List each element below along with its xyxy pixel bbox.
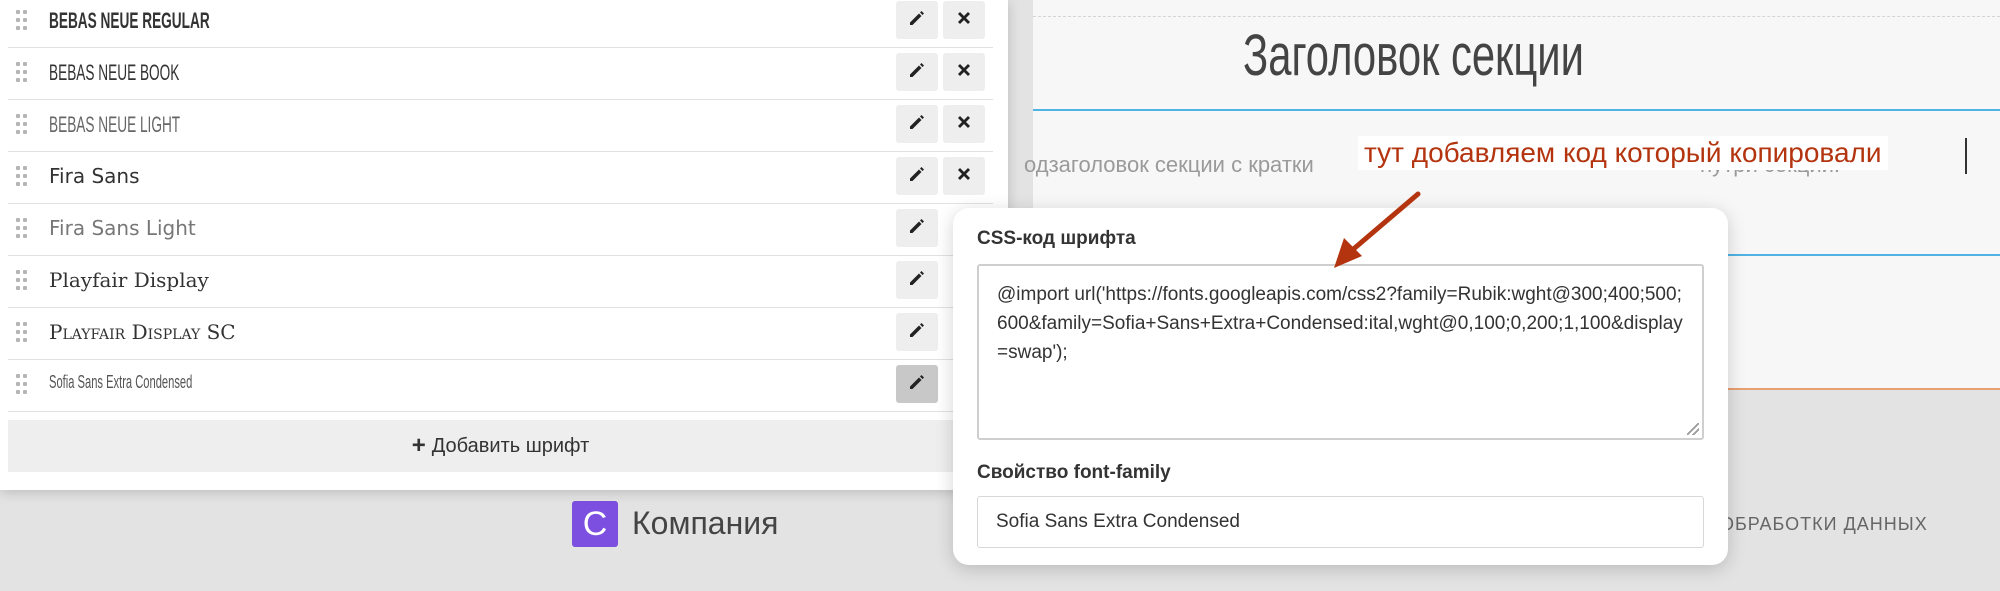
font-list-item[interactable]: Playfair Display	[8, 256, 993, 308]
css-code-label: CSS-код шрифта	[977, 228, 1136, 249]
drag-handle-icon[interactable]	[16, 62, 30, 86]
font-family-label: Свойство font-family	[977, 462, 1171, 483]
edit-font-button[interactable]	[896, 157, 938, 195]
drag-handle-icon[interactable]	[16, 270, 30, 294]
section-title: Заголовок секции	[1243, 23, 1584, 88]
font-list-item[interactable]: BEBAS NEUE REGULAR	[8, 0, 993, 48]
pencil-icon	[907, 320, 927, 345]
close-icon	[954, 164, 974, 189]
drag-handle-icon[interactable]	[16, 218, 30, 242]
drag-handle-icon[interactable]	[16, 10, 30, 34]
font-name: BEBAS NEUE BOOK	[49, 60, 180, 85]
pencil-icon	[907, 372, 927, 397]
delete-font-button[interactable]	[943, 1, 985, 39]
font-list-item[interactable]: Sofia Sans Extra Condensed	[8, 360, 993, 412]
drag-handle-icon[interactable]	[16, 166, 30, 190]
edit-font-button[interactable]	[896, 53, 938, 91]
section-divider	[1033, 16, 2000, 17]
pencil-icon	[907, 216, 927, 241]
drag-handle-icon[interactable]	[16, 322, 30, 346]
font-name: BEBAS NEUE LIGHT	[49, 112, 181, 137]
font-list-panel: BEBAS NEUE REGULAR BEBAS NEUE BOOK BEBAS N…	[0, 0, 1008, 490]
font-name: Playfair Display SC	[49, 320, 236, 344]
delete-font-button[interactable]	[943, 157, 985, 195]
add-font-label: Добавить шрифт	[431, 434, 590, 457]
css-code-value: @import url('https://fonts.googleapis.co…	[997, 284, 1683, 363]
font-name: BEBAS NEUE REGULAR	[49, 8, 210, 33]
annotation-note: тут добавляем код который копировали	[1358, 136, 1888, 170]
edit-font-button[interactable]	[896, 209, 938, 247]
drag-handle-icon[interactable]	[16, 114, 30, 138]
delete-font-button[interactable]	[943, 105, 985, 143]
resize-handle[interactable]	[1687, 423, 1699, 435]
edit-font-button[interactable]	[896, 313, 938, 351]
edit-font-button[interactable]	[896, 1, 938, 39]
add-font-button[interactable]: + Добавить шрифт	[8, 420, 993, 472]
plus-icon: +	[411, 432, 426, 459]
pencil-icon	[907, 60, 927, 85]
edit-font-button[interactable]	[896, 105, 938, 143]
pencil-icon	[907, 268, 927, 293]
drag-handle-icon[interactable]	[16, 374, 30, 398]
css-code-textarea[interactable]: @import url('https://fonts.googleapis.co…	[977, 264, 1704, 440]
footer-policy-link[interactable]: И ОБРАБОТКИ ДАННЫХ	[1700, 514, 1928, 535]
text-caret	[1965, 138, 1967, 174]
edit-font-button[interactable]	[896, 365, 938, 403]
font-list-item[interactable]: BEBAS NEUE BOOK	[8, 48, 993, 100]
section-subtitle: одзаголовок секции с кратки	[1024, 152, 1314, 177]
font-name: Fira Sans	[49, 164, 140, 188]
close-icon	[954, 60, 974, 85]
pencil-icon	[907, 164, 927, 189]
font-name: Playfair Display	[49, 268, 209, 292]
company-logo[interactable]: C	[572, 501, 618, 547]
pencil-icon	[907, 8, 927, 33]
font-family-input[interactable]: Sofia Sans Extra Condensed	[977, 496, 1704, 548]
company-name[interactable]: Компания	[632, 505, 778, 542]
delete-font-button[interactable]	[943, 53, 985, 91]
footer-divider	[1700, 388, 2000, 390]
subtitle-underline	[1700, 254, 2000, 256]
font-list-item[interactable]: BEBAS NEUE LIGHT	[8, 100, 993, 152]
close-icon	[954, 112, 974, 137]
font-css-popup: CSS-код шрифта @import url('https://font…	[953, 208, 1728, 565]
title-underline	[1033, 109, 2000, 111]
font-list-item[interactable]: Fira Sans	[8, 152, 993, 204]
close-icon	[954, 8, 974, 33]
font-name: Sofia Sans Extra Condensed	[49, 372, 193, 392]
font-list-item[interactable]: Fira Sans Light	[8, 204, 993, 256]
font-list-item[interactable]: Playfair Display SC	[8, 308, 993, 360]
font-name: Fira Sans Light	[49, 216, 196, 240]
pencil-icon	[907, 112, 927, 137]
edit-font-button[interactable]	[896, 261, 938, 299]
